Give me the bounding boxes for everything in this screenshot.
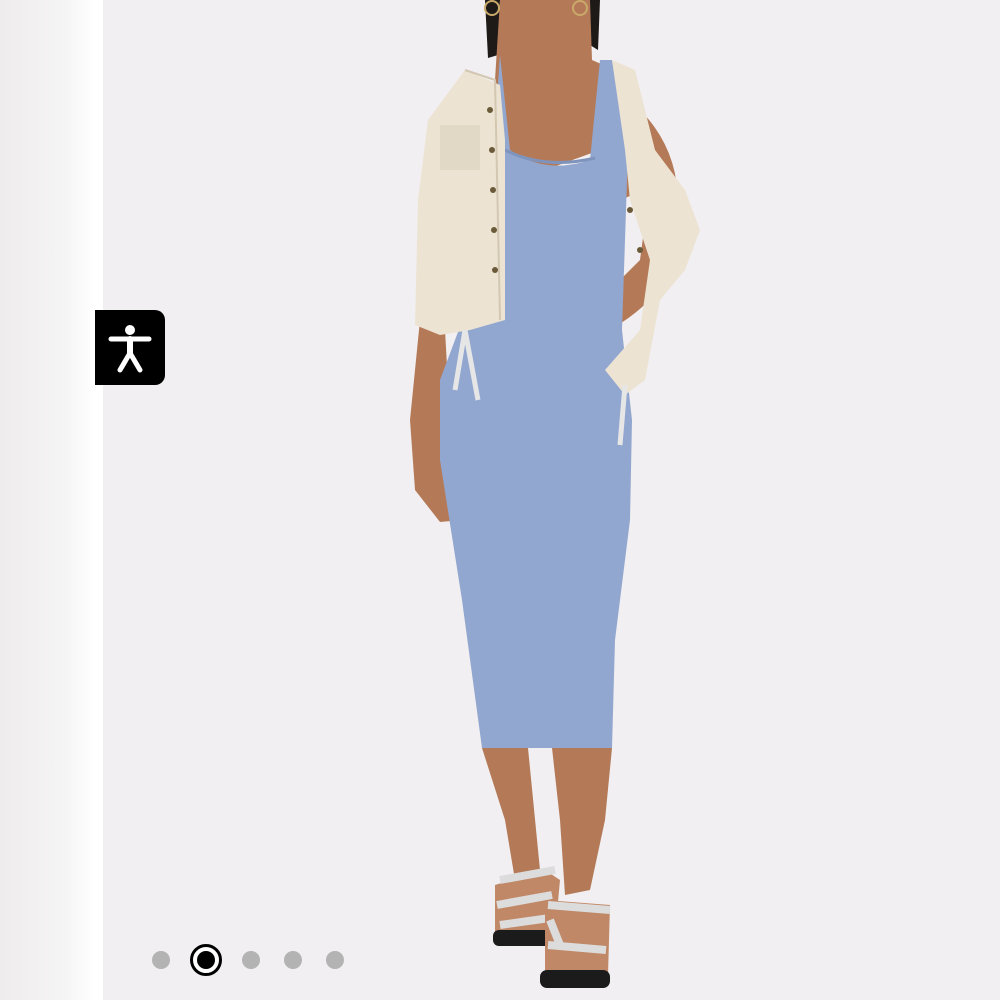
product-image[interactable] [103,0,1000,1000]
carousel-dot-3[interactable] [242,951,260,969]
carousel-pagination [140,940,356,980]
carousel-dot-1[interactable] [152,951,170,969]
carousel-dot-2-active[interactable] [190,944,222,976]
carousel-dot-4[interactable] [284,951,302,969]
gallery-divider [95,0,103,1000]
product-photo-illustration [410,0,700,988]
previous-image-peek [0,0,95,1000]
accessibility-person-icon [108,324,152,372]
accessibility-button[interactable] [95,310,165,385]
carousel-dot-5[interactable] [326,951,344,969]
